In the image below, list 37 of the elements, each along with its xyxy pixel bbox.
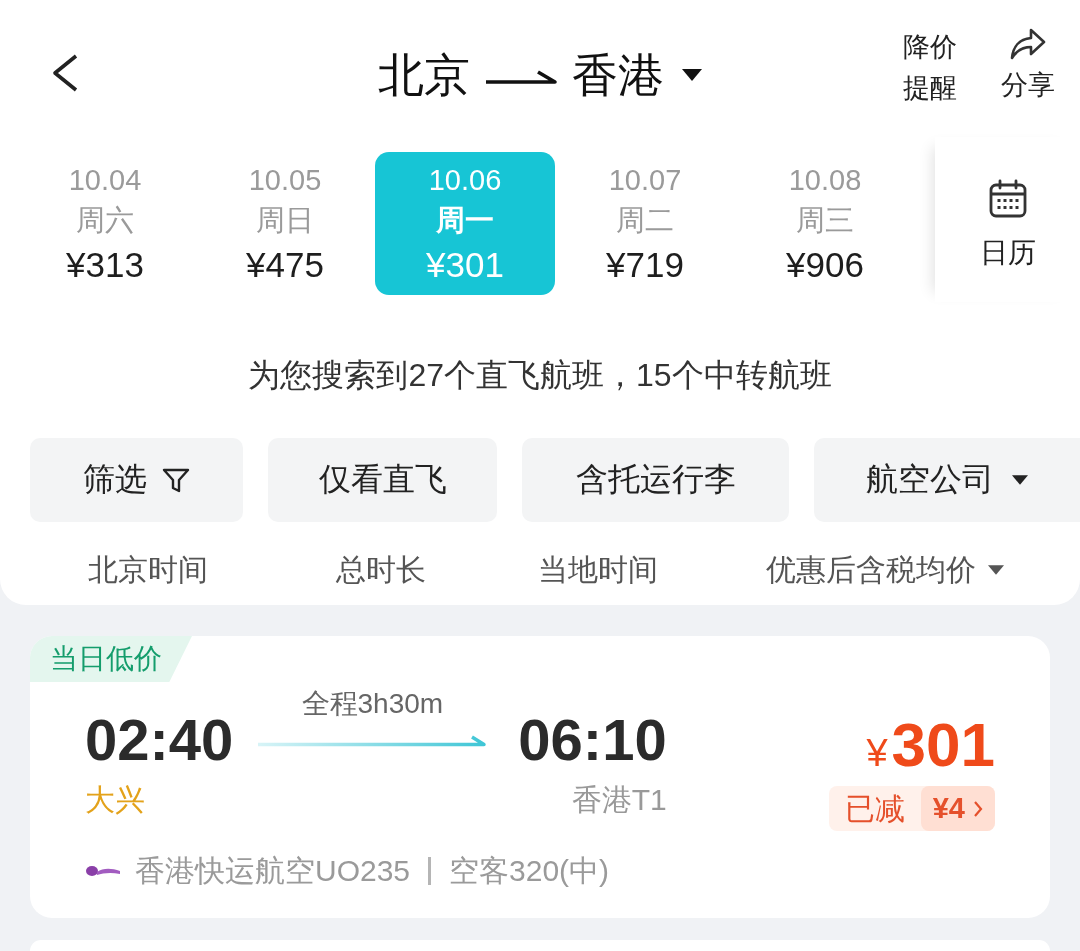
- filter-chip[interactable]: 筛选: [30, 438, 243, 522]
- airline-logo-icon: [85, 863, 121, 879]
- arrival-airport: 香港T1: [571, 782, 667, 818]
- back-icon[interactable]: [50, 53, 80, 93]
- flight-card[interactable]: 当日低价 02:40 大兴 全程3h30m 06:10 香港T1 ¥301 已减 ¥4 香港快运航空UO235 空客320(中): [30, 636, 1050, 918]
- chevron-icon: [973, 799, 983, 818]
- filter-chip[interactable]: 含托运行李: [522, 438, 789, 522]
- calendar-icon: [987, 179, 1028, 219]
- share-button[interactable]: 分享: [1001, 27, 1055, 109]
- low-price-tag: 当日低价: [30, 636, 192, 682]
- route-selector[interactable]: 北京 香港: [378, 46, 702, 104]
- date-tab[interactable]: 10.04 周六 ¥313: [15, 152, 195, 295]
- departure-airport: 大兴: [85, 782, 146, 818]
- date-tab[interactable]: 10.07 周二 ¥719: [555, 152, 735, 295]
- sort-option[interactable]: 北京时间: [88, 550, 208, 590]
- departure-time: 02:40: [85, 708, 234, 772]
- date-tab[interactable]: 10.05 周日 ¥475: [195, 152, 375, 295]
- price-alert-button[interactable]: 降价提醒: [903, 27, 957, 109]
- discount-label: 已减: [843, 791, 906, 827]
- aircraft-type: 空客320(中): [449, 852, 610, 889]
- caret-icon: [1012, 475, 1028, 485]
- filter-chip[interactable]: 仅看直飞: [268, 438, 497, 522]
- sort-option[interactable]: 当地时间: [538, 550, 658, 590]
- flight-duration: 全程3h30m: [301, 687, 444, 721]
- arrival-time: 06:10: [518, 708, 667, 772]
- search-summary: 为您搜索到27个直飞航班，15个中转航班: [247, 356, 833, 395]
- discount-amount: ¥4: [932, 791, 965, 826]
- share-icon: [1010, 27, 1046, 61]
- sort-option[interactable]: 总时长: [336, 550, 426, 590]
- filter-dropdown[interactable]: 航空公司: [814, 438, 1080, 522]
- date-tab[interactable]: 10.08 周三 ¥906: [735, 152, 915, 295]
- airline-flight-number: 香港快运航空UO235: [135, 852, 411, 889]
- sort-dropdown[interactable]: 优惠后含税均价: [766, 550, 1004, 590]
- flight-price: ¥301: [866, 712, 995, 781]
- caret-icon: [988, 565, 1004, 575]
- caret-icon: [682, 69, 702, 81]
- calendar-button[interactable]: 日历: [935, 137, 1080, 302]
